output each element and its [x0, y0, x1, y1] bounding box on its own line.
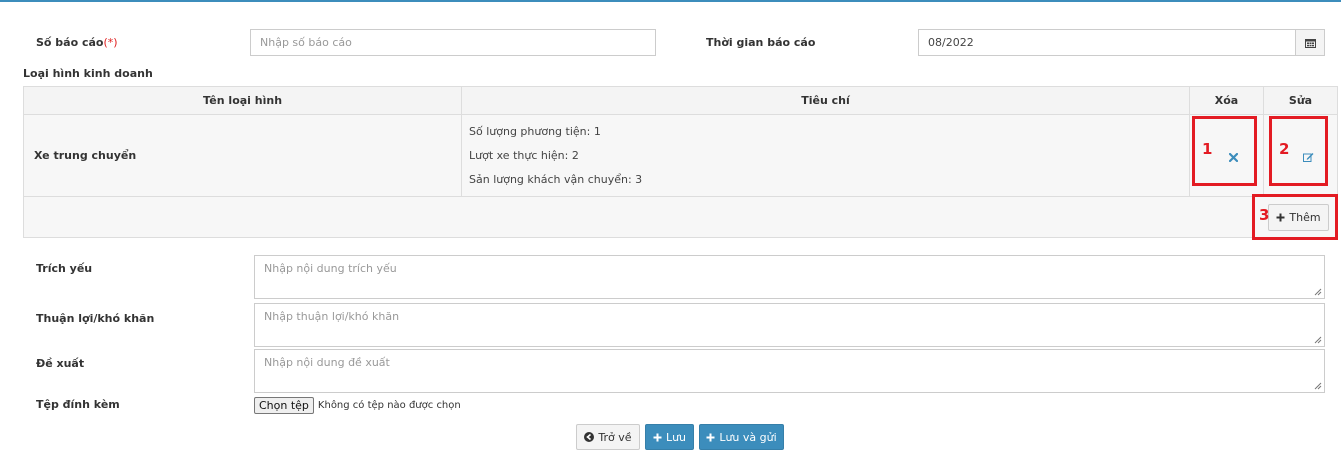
summary-placeholder: Nhập nội dung trích yếu: [264, 262, 397, 275]
difficulties-placeholder: Nhập thuận lợi/khó khăn: [264, 310, 400, 323]
attachment-label: Tệp đính kèm: [36, 398, 120, 411]
column-header-criteria: Tiêu chí: [461, 86, 1190, 115]
business-type-table: Tên loại hình Tiêu chí Xóa Sửa Xe trung …: [23, 86, 1338, 238]
report-period-label: Thời gian báo cáo: [706, 36, 816, 49]
resize-grip-icon: [1314, 336, 1322, 344]
plus-icon: [653, 433, 662, 441]
table-row: Xe trung chuyển Số lượng phương tiện: 1 …: [23, 114, 1338, 197]
criteria-item: Số lượng phương tiện: 1: [469, 124, 601, 138]
report-number-input[interactable]: Nhập số báo cáo: [250, 29, 656, 56]
difficulties-label: Thuận lợi/khó khăn: [36, 312, 155, 325]
circle-arrow-left-icon: [584, 432, 595, 442]
proposal-placeholder: Nhập nội dung đề xuất: [264, 356, 390, 369]
table-footer-cell: [23, 196, 1338, 238]
type-name-cell: Xe trung chuyển: [23, 114, 462, 197]
choose-file-button[interactable]: Chọn tệp: [254, 397, 314, 414]
proposal-textarea[interactable]: Nhập nội dung đề xuất: [254, 349, 1325, 393]
summary-textarea[interactable]: Nhập nội dung trích yếu: [254, 255, 1325, 299]
column-header-type-name: Tên loại hình: [23, 86, 462, 115]
file-chooser: Chọn tệp Không có tệp nào được chọn: [254, 397, 461, 414]
save-button[interactable]: Lưu: [645, 424, 694, 450]
resize-grip-icon: [1314, 288, 1322, 296]
annotation-number-3: 3: [1259, 206, 1270, 224]
calendar-icon: [1304, 38, 1316, 48]
column-header-delete: Xóa: [1189, 86, 1264, 115]
column-header-edit: Sửa: [1263, 86, 1338, 115]
back-label: Trở về: [598, 430, 632, 444]
save-and-send-button[interactable]: Lưu và gửi: [699, 424, 784, 450]
business-type-section-label: Loại hình kinh doanh: [23, 67, 153, 80]
annotation-number-2: 2: [1279, 140, 1290, 158]
annotation-box-2: [1269, 116, 1328, 186]
save-label: Lưu: [665, 430, 687, 444]
table-footer-row: [23, 196, 1338, 238]
difficulties-textarea[interactable]: Nhập thuận lợi/khó khăn: [254, 303, 1325, 347]
criteria-item: Lượt xe thực hiện: 2: [469, 148, 579, 162]
resize-grip-icon: [1314, 382, 1322, 390]
criteria-item: Sản lượng khách vận chuyển: 3: [469, 172, 643, 186]
summary-label: Trích yếu: [36, 262, 93, 275]
top-accent-line: [0, 0, 1341, 2]
table-header-row: Tên loại hình Tiêu chí Xóa Sửa: [23, 86, 1338, 115]
proposal-label: Đề xuất: [36, 357, 85, 370]
annotation-number-1: 1: [1202, 140, 1213, 158]
calendar-button[interactable]: [1295, 29, 1325, 56]
required-mark: (*): [103, 36, 118, 49]
plus-icon: [706, 433, 715, 441]
no-file-text: Không có tệp nào được chọn: [317, 400, 461, 411]
back-button[interactable]: Trở về: [576, 424, 640, 450]
report-period-input[interactable]: 08/2022: [918, 29, 1296, 56]
save-and-send-label: Lưu và gửi: [719, 430, 777, 444]
report-number-label: Số báo cáo(*): [36, 36, 118, 49]
criteria-cell: Số lượng phương tiện: 1 Lượt xe thực hiệ…: [461, 114, 1190, 197]
